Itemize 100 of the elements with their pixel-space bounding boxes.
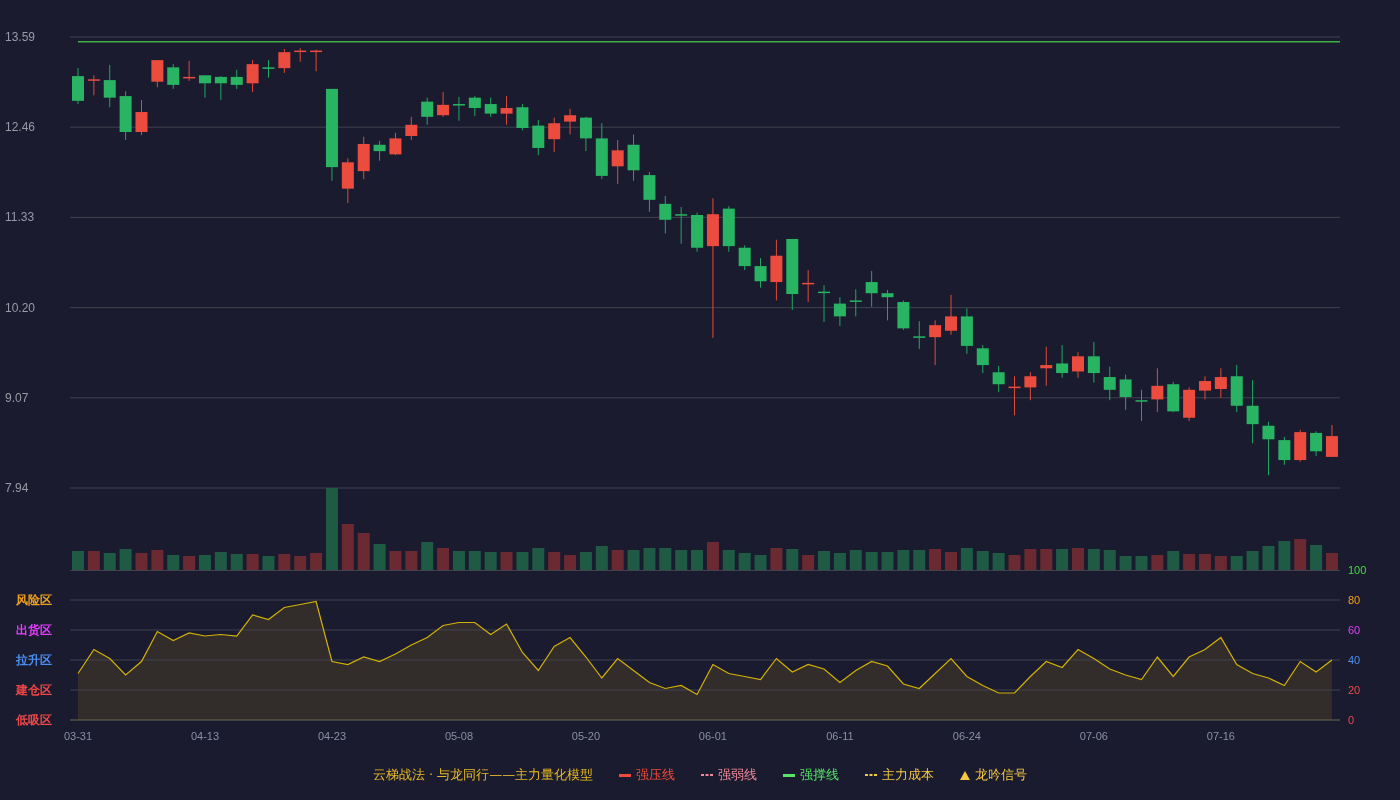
candlestick	[1103, 366, 1116, 401]
candlestick	[738, 244, 751, 271]
candlestick	[1310, 430, 1323, 457]
axis-label: 7.94	[5, 481, 29, 495]
candlestick	[1230, 364, 1243, 413]
candlestick	[611, 139, 624, 185]
candlestick	[262, 59, 275, 79]
candlestick	[802, 269, 815, 303]
axis-label: 06-11	[826, 730, 854, 742]
candlestick	[675, 206, 688, 245]
axis-label: 20	[1348, 684, 1361, 696]
axis-label: 80	[1348, 594, 1361, 606]
axis-label: 40	[1348, 654, 1361, 666]
axis-label: 12.46	[5, 120, 36, 135]
axis-label: 60	[1348, 624, 1361, 636]
candlestick	[516, 103, 529, 131]
candlestick	[230, 69, 243, 90]
legend-item[interactable]: 强撑线	[800, 766, 840, 784]
axis-label: 0	[1348, 714, 1355, 726]
candlestick	[135, 99, 148, 136]
axis-label: 04-13	[190, 730, 220, 742]
candlestick	[103, 64, 116, 108]
candlestick	[992, 365, 1005, 393]
candlestick	[1119, 374, 1132, 411]
candlestick	[754, 257, 767, 289]
candlestick	[357, 136, 370, 180]
candlestick	[151, 59, 164, 88]
axis-label: 07-06	[1079, 730, 1108, 742]
legend-item[interactable]: 主力成本	[882, 766, 935, 784]
candlestick	[214, 75, 227, 101]
candlestick	[1135, 389, 1148, 422]
axis-label: 07-16	[1206, 730, 1235, 742]
candlestick	[564, 108, 577, 135]
candlestick	[1278, 436, 1291, 466]
legend-item[interactable]: 强压线	[636, 766, 676, 784]
candlestick	[167, 63, 180, 90]
axis-label: 9.07	[5, 390, 29, 405]
candlestick	[1262, 421, 1275, 476]
candlestick	[913, 320, 926, 350]
candlestick	[976, 344, 989, 374]
candlestick	[1214, 367, 1227, 399]
axis-label: 05-20	[571, 730, 600, 742]
candlestick	[1151, 367, 1164, 413]
candlestick	[1072, 351, 1084, 379]
candlestick	[579, 116, 592, 152]
candlestick	[1183, 386, 1196, 422]
candlestick	[468, 95, 481, 117]
candlestick	[929, 319, 942, 366]
candlestick	[341, 157, 354, 204]
candlestick	[532, 119, 545, 156]
axis-label: 05-08	[444, 730, 473, 742]
candlestick	[405, 116, 418, 141]
axis-label: 06-01	[698, 730, 727, 742]
candlestick	[119, 90, 132, 141]
candlestick	[246, 59, 259, 93]
candlestick	[627, 133, 640, 182]
candlestick	[1325, 424, 1338, 458]
zone-label: 风险区	[16, 593, 52, 607]
candlestick	[87, 74, 100, 96]
candlestick	[72, 67, 84, 105]
candlestick	[1167, 381, 1180, 413]
candlestick	[945, 294, 957, 336]
candlestick	[1008, 375, 1021, 416]
axis-label: 100	[1348, 564, 1367, 576]
zone-label: 拉升区	[16, 653, 52, 667]
candlestick	[1040, 346, 1053, 387]
candlestick	[881, 289, 894, 321]
candlestick	[278, 48, 291, 74]
candlestick	[818, 284, 831, 323]
legend-title: 云梯战法 · 与龙同行——主力量化模型	[372, 766, 594, 784]
legend-item[interactable]: 龙吟信号	[975, 766, 1028, 784]
candlestick	[691, 212, 704, 253]
candlestick	[595, 122, 608, 180]
candlestick	[1294, 429, 1307, 463]
candlestick	[373, 140, 386, 162]
candlestick	[865, 270, 878, 308]
legend-item[interactable]: 强弱线	[718, 766, 758, 784]
candlestick	[722, 205, 735, 253]
candlestick	[833, 296, 846, 327]
candlestick	[770, 239, 783, 301]
candlestick	[1246, 379, 1259, 444]
axis-label: 10.20	[5, 300, 36, 315]
candlestick	[897, 299, 910, 331]
candlestick	[294, 47, 307, 63]
candlestick	[1024, 371, 1037, 401]
candlestick	[1056, 344, 1069, 379]
candlestick	[484, 97, 497, 118]
candlestick	[960, 307, 973, 355]
candlestick	[500, 95, 513, 126]
axis-label: 13.59	[5, 30, 36, 44]
candlestick	[183, 60, 196, 82]
candlestick	[199, 74, 211, 99]
zone-label: 出货区	[16, 623, 52, 637]
candlestick	[452, 96, 465, 122]
candlestick	[389, 132, 402, 156]
axis-label: 03-31	[63, 730, 93, 742]
zone-label: 低吸区	[16, 713, 52, 727]
candlestick	[421, 97, 434, 126]
axis-label: 06-24	[952, 730, 981, 742]
zone-label: 建仓区	[16, 683, 52, 697]
